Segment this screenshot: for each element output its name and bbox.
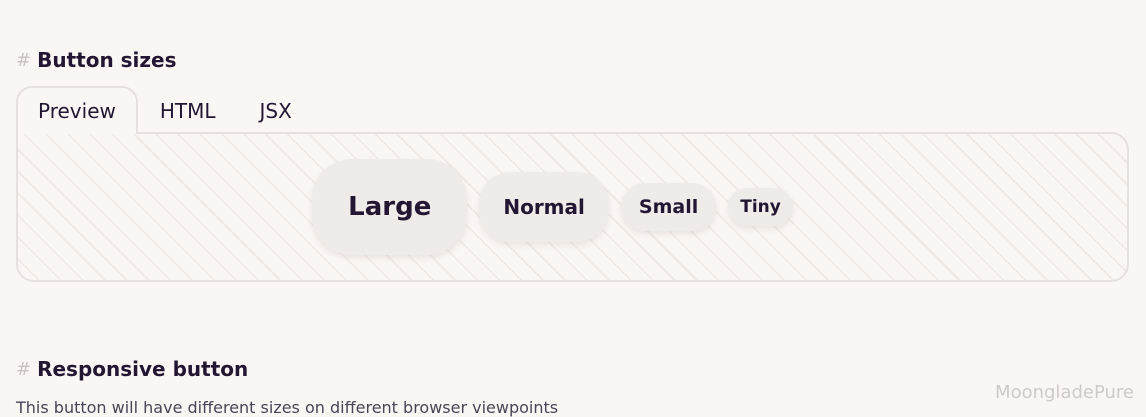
code-tabs: Preview HTML JSX bbox=[16, 86, 314, 134]
tab-html[interactable]: HTML bbox=[138, 88, 238, 134]
anchor-hash[interactable]: # bbox=[16, 359, 31, 380]
tiny-button[interactable]: Tiny bbox=[728, 188, 793, 226]
preview-panel: Large Normal Small Tiny bbox=[16, 132, 1129, 282]
section-title: Responsive button bbox=[37, 357, 249, 381]
anchor-hash[interactable]: # bbox=[16, 50, 31, 71]
section-title: Button sizes bbox=[37, 48, 177, 72]
tab-preview[interactable]: Preview bbox=[16, 86, 138, 134]
large-button[interactable]: Large bbox=[312, 159, 468, 255]
section-heading-responsive-button: # Responsive button bbox=[16, 357, 248, 381]
tab-jsx[interactable]: JSX bbox=[238, 88, 314, 134]
watermark: MoongladePure bbox=[995, 382, 1134, 403]
small-button[interactable]: Small bbox=[620, 183, 717, 231]
section-description: This button will have different sizes on… bbox=[16, 398, 559, 417]
normal-button[interactable]: Normal bbox=[479, 172, 609, 242]
section-heading-button-sizes: # Button sizes bbox=[16, 48, 177, 72]
